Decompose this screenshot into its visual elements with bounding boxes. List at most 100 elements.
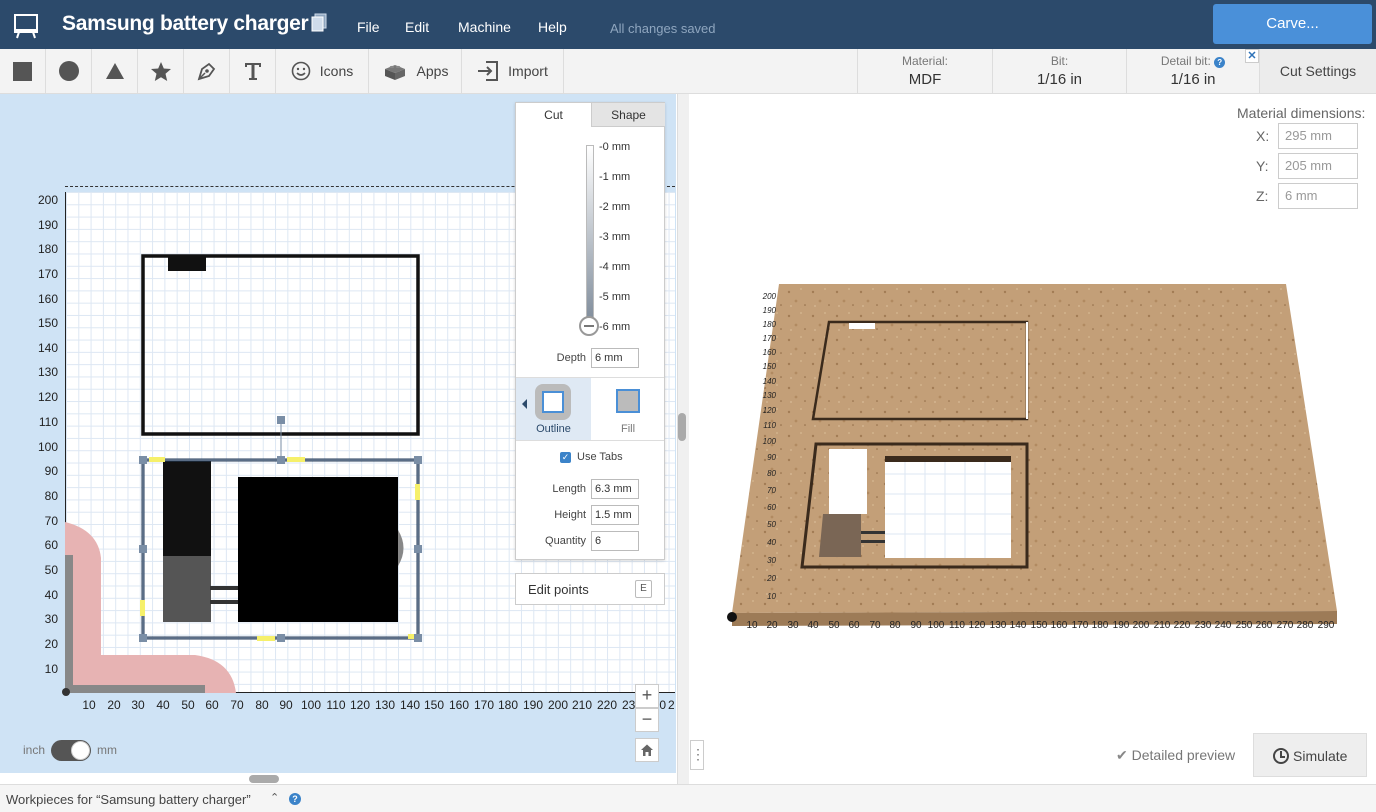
depth-mark: -4 mm [599,261,631,273]
wire-channel-cut [861,531,885,534]
battery-pocket-shape[interactable] [238,477,398,622]
tab-marker[interactable] [140,600,145,616]
workpieces-bar[interactable]: Workpieces for “Samsung battery charger”… [0,784,1376,812]
tab-shape[interactable]: Shape [591,103,665,127]
resize-handle[interactable] [277,634,285,642]
y3d-tick: 170 [762,334,776,343]
resize-handle[interactable] [139,456,147,464]
x3d-tick: 20 [766,620,778,631]
y3d-tick: 190 [762,306,776,315]
chevron-up-icon[interactable]: ⌃ [270,791,279,804]
wire-channel-cut [861,540,885,543]
detailed-preview-label: Detailed preview [1131,747,1236,763]
outline-option[interactable]: Outline [516,378,591,440]
pocket-cut [885,456,1011,558]
depth-mark: -3 mm [599,231,631,243]
cut-settings-button[interactable]: Cut Settings [1259,49,1376,93]
carve-button[interactable]: Carve... [1213,4,1372,44]
fill-label: Fill [620,423,636,435]
depth-slider-handle[interactable] [579,316,599,336]
help-icon[interactable]: ? [1214,57,1226,68]
depth-mark: -2 mm [599,201,631,213]
x3d-tick: 210 [1153,620,1171,631]
close-icon[interactable]: ✕ [1245,49,1259,63]
slot-cut [829,449,867,514]
tab-height-field[interactable]: 1.5 mm [591,505,639,525]
bit-key: Bit: [1050,54,1069,68]
use-tabs-label: Use Tabs [577,451,623,463]
tab-length-field[interactable]: 6.3 mm [591,479,639,499]
unit-toggle[interactable] [51,740,91,761]
y3d-tick: 120 [762,406,776,415]
divider [516,440,664,441]
x3d-tick: 10 [746,620,758,631]
outline-label: Outline [536,423,571,435]
workpieces-label: Workpieces for “Samsung battery charger” [6,792,251,807]
x3d-tick: 190 [1112,620,1130,631]
resize-handle[interactable] [139,634,147,642]
y3d-tick: 200 [762,292,776,301]
wire-channel[interactable] [210,600,240,604]
panel-collapse-handle[interactable]: ⋮ [690,740,705,770]
simulate-button[interactable]: Simulate [1253,733,1367,777]
vertical-scrollbar-thumb[interactable] [678,413,686,441]
tab-marker[interactable] [415,484,420,500]
tab-marker[interactable] [257,636,275,641]
zoom-in-button[interactable]: + [635,684,659,708]
depth-slider-track[interactable] [586,145,594,327]
x3d-tick: 70 [869,620,881,631]
x3d-tick: 40 [807,620,819,631]
x3d-tick: 280 [1296,620,1314,631]
3d-board-render[interactable] [689,94,1376,654]
wire-channel[interactable] [210,586,240,590]
x3d-tick: 140 [1009,620,1027,631]
x3d-tick: 180 [1091,620,1109,631]
home-view-button[interactable] [635,738,659,762]
bit-selector[interactable]: Bit: 1/16 in [992,49,1126,93]
help-icon[interactable]: ? [289,793,301,805]
x3d-tick: 60 [848,620,860,631]
depth-mark: -1 mm [599,171,631,183]
cut-settings-panel: Cut Shape -0 mm -1 mm -2 mm -3 mm -4 mm … [515,102,665,560]
depth-field[interactable]: 6 mm [591,348,639,368]
rotate-handle[interactable] [277,416,285,424]
resize-handle[interactable] [414,634,422,642]
edit-points-button[interactable]: Edit points E [515,573,665,605]
finger-notch-shape[interactable] [398,530,404,566]
x3d-tick: 260 [1255,620,1273,631]
resize-handle[interactable] [414,545,422,553]
resize-handle[interactable] [139,545,147,553]
tab-marker[interactable] [287,457,305,462]
horizontal-scrollbar-thumb[interactable] [249,775,279,783]
y3d-tick: 50 [767,520,776,529]
material-selector[interactable]: Material: MDF [857,49,992,93]
depth-mark: -5 mm [599,291,631,303]
depth-label: Depth [556,352,586,364]
tab-quantity-label: Quantity [545,535,586,547]
tab-cut[interactable]: Cut [516,103,591,127]
depth-mark: -6 mm [599,321,631,333]
use-tabs-checkbox[interactable]: ✓ [560,452,571,463]
detail-bit-selector[interactable]: Detail bit: ? 1/16 in ✕ [1126,49,1259,93]
slot-shape-lower[interactable] [163,556,211,622]
x3d-tick: 80 [889,620,901,631]
home-icon [641,744,653,756]
notch-shape[interactable] [168,257,206,271]
slot-cut-lower [819,514,861,557]
slot-shape[interactable] [163,461,211,556]
y3d-tick: 150 [762,362,776,371]
resize-handle[interactable] [277,456,285,464]
x3d-tick: 150 [1030,620,1048,631]
fill-option[interactable]: Fill [591,378,665,440]
tab-marker[interactable] [149,457,165,462]
top-rectangle-shape[interactable] [141,254,420,436]
resize-handle[interactable] [414,456,422,464]
clock-icon [1273,748,1289,764]
tab-quantity-field[interactable]: 6 [591,531,639,551]
y3d-tick: 70 [767,486,776,495]
y3d-tick: 60 [767,503,776,512]
clamp-shadow [65,555,73,693]
material-key: Material: [901,54,948,68]
detailed-preview-toggle[interactable]: ✔ Detailed preview [1116,747,1235,764]
zoom-out-button[interactable]: − [635,708,659,732]
